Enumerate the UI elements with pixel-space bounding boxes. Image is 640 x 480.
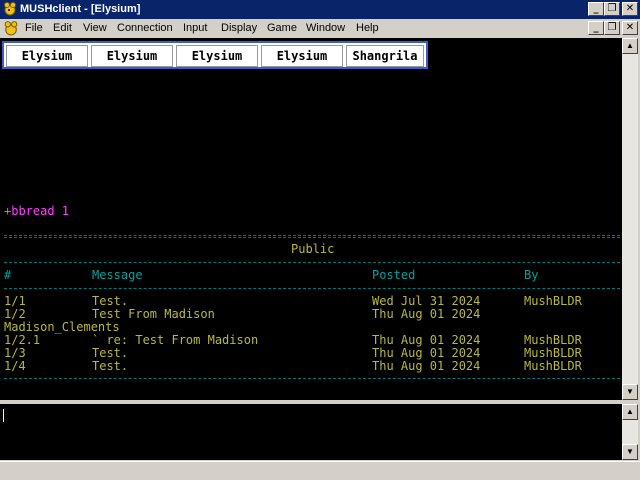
divider-line: [4, 235, 620, 236]
mushclient-app-icon[interactable]: [2, 1, 18, 17]
divider-line: [4, 378, 620, 379]
tab-elysium-3[interactable]: Elysium: [176, 45, 258, 67]
menu-connection[interactable]: Connection: [117, 21, 173, 35]
text-caret: [3, 409, 4, 422]
restore-icon: ❐: [607, 22, 617, 33]
row-posted: Thu Aug 01 2024: [372, 307, 481, 321]
divider-line: [4, 288, 620, 289]
divider-line: [4, 262, 620, 263]
row-by: MushBLDR: [524, 294, 582, 308]
menu-window[interactable]: Window: [306, 21, 345, 35]
output-scrollbar[interactable]: ▲ ▼: [622, 38, 638, 400]
command-input[interactable]: [0, 404, 622, 460]
close-icon: ✕: [625, 3, 635, 14]
minimize-button[interactable]: _: [588, 2, 604, 16]
minimize-icon: _: [593, 22, 599, 33]
child-restore-button[interactable]: ❐: [604, 21, 620, 35]
tab-elysium-2[interactable]: Elysium: [91, 45, 173, 67]
input-scroll-up-button[interactable]: ▲: [622, 404, 638, 420]
menu-bar: File Edit View Connection Input Display …: [0, 19, 640, 38]
window-title: MUSHclient - [Elysium]: [20, 3, 141, 15]
child-close-button[interactable]: ✕: [622, 21, 638, 35]
scroll-down-button[interactable]: ▼: [622, 384, 638, 400]
row-num: 1/4: [4, 359, 26, 373]
close-icon: ✕: [625, 22, 635, 33]
menu-game[interactable]: Game: [267, 21, 297, 35]
restore-icon: ❐: [607, 3, 617, 14]
command-echo: +bbread 1: [4, 204, 70, 218]
input-scrollbar[interactable]: ▲ ▼: [622, 404, 638, 460]
divider-line: [4, 237, 620, 238]
arrow-up-icon: ▲: [626, 41, 634, 50]
arrow-down-icon: ▼: [626, 387, 634, 396]
menu-display[interactable]: Display: [221, 21, 257, 35]
scroll-up-button[interactable]: ▲: [622, 38, 638, 54]
header-message: Message: [92, 268, 143, 282]
header-by: By: [524, 268, 539, 282]
header-num: #: [4, 268, 12, 282]
world-tab-strip: Elysium Elysium Elysium Elysium Shangril…: [2, 41, 428, 69]
header-posted: Posted: [372, 268, 416, 282]
tab-shangrila[interactable]: Shangrila: [346, 45, 424, 67]
menu-view[interactable]: View: [83, 21, 107, 35]
restore-button[interactable]: ❐: [604, 2, 620, 16]
minimize-icon: _: [593, 3, 599, 14]
board-title: Public: [291, 242, 335, 256]
title-bar: MUSHclient - [Elysium] _ ❐ ✕: [0, 0, 640, 19]
tab-elysium-1[interactable]: Elysium: [6, 45, 88, 67]
arrow-down-icon: ▼: [626, 447, 634, 456]
close-button[interactable]: ✕: [622, 2, 638, 16]
tab-elysium-4[interactable]: Elysium: [261, 45, 343, 67]
child-minimize-button[interactable]: _: [588, 21, 604, 35]
child-window-icon[interactable]: [2, 20, 20, 37]
menu-edit[interactable]: Edit: [53, 21, 72, 35]
row-by: MushBLDR: [524, 359, 582, 373]
menu-input[interactable]: Input: [183, 21, 207, 35]
input-scroll-down-button[interactable]: ▼: [622, 444, 638, 460]
output-window[interactable]: Elysium Elysium Elysium Elysium Shangril…: [0, 38, 622, 400]
arrow-up-icon: ▲: [626, 407, 634, 416]
menu-file[interactable]: File: [25, 21, 43, 35]
row-message: Test.: [92, 359, 129, 373]
status-bar: [0, 461, 640, 480]
row-posted: Thu Aug 01 2024: [372, 359, 481, 373]
menu-help[interactable]: Help: [356, 21, 379, 35]
